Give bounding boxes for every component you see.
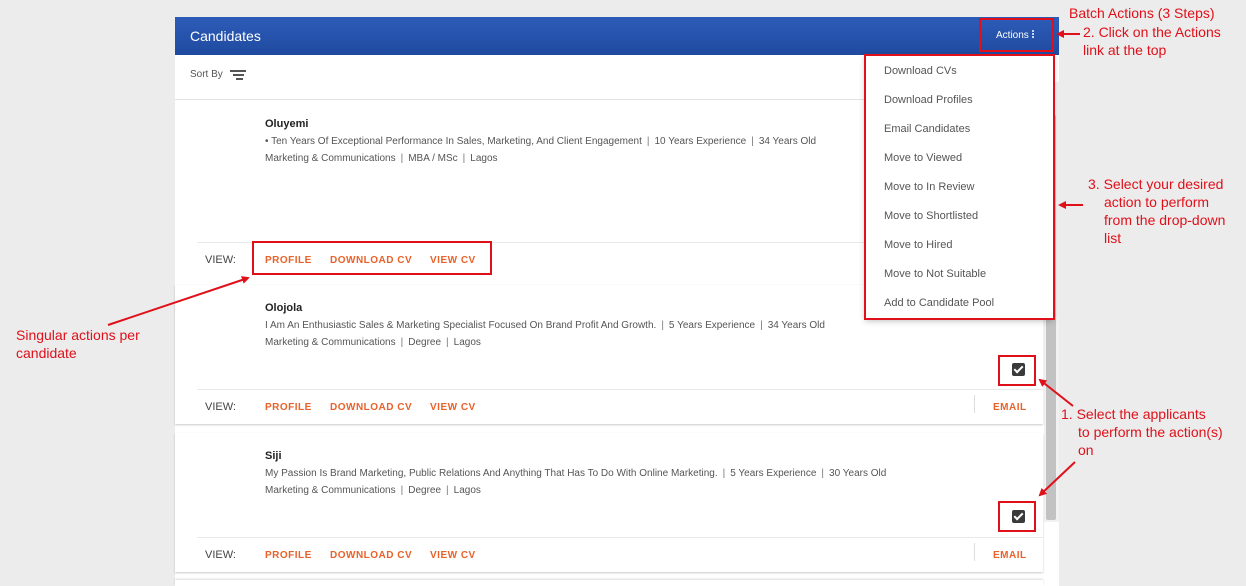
candidate-summary: I Am An Enthusiastic Sales & Marketing S… <box>265 320 825 331</box>
singular-actions-text-line2: candidate <box>16 345 77 361</box>
email-link[interactable]: EMAIL <box>993 550 1027 561</box>
divider <box>974 543 975 561</box>
view-label: VIEW: <box>205 401 236 413</box>
profile-link[interactable]: PROFILE <box>265 402 312 413</box>
candidate-actions-bar: VIEW: PROFILE DOWNLOAD CV VIEW CV EMAIL <box>197 537 1043 572</box>
candidate-location: Lagos <box>453 485 481 496</box>
candidate-name[interactable]: Oluyemi <box>265 118 308 130</box>
actions-highlight-box <box>979 18 1054 52</box>
step-1-text-line3: on <box>1078 442 1094 458</box>
view-label: VIEW: <box>205 549 236 561</box>
profile-link[interactable]: PROFILE <box>265 550 312 561</box>
candidate-age: 34 Years Old <box>767 320 825 331</box>
step-3-text-line4: list <box>1104 230 1122 246</box>
candidate-name[interactable]: Olojola <box>265 302 302 314</box>
singular-actions-highlight-box <box>252 241 492 275</box>
candidate-degree: Degree <box>408 337 442 348</box>
sort-icon[interactable] <box>230 68 246 80</box>
candidate-actions-bar: VIEW: PROFILE DOWNLOAD CV VIEW CV EMAIL <box>197 389 1043 424</box>
candidate-summary: • Ten Years Of Exceptional Performance I… <box>265 136 817 147</box>
dropdown-highlight-box <box>864 54 1055 320</box>
candidate-headline: • Ten Years Of Exceptional Performance I… <box>265 136 642 147</box>
candidate-degree: MBA / MSc <box>408 153 458 164</box>
step-2-text-line1: 2. Click on the Actions <box>1083 24 1221 40</box>
candidate-degree: Degree <box>408 485 442 496</box>
step-3-text-line3: from the drop-down <box>1104 212 1226 228</box>
sort-by-button[interactable]: Sort By <box>190 69 223 80</box>
candidate-field: Marketing & Communications <box>265 153 396 164</box>
candidate-age: 30 Years Old <box>829 468 887 479</box>
candidate-field: Marketing & Communications <box>265 337 396 348</box>
candidate-location: Lagos <box>470 153 498 164</box>
candidate-card: Siji My Passion Is Brand Marketing, Publ… <box>175 433 1043 572</box>
batch-actions-title: Batch Actions (3 Steps) <box>1069 5 1215 21</box>
step-1-text-line2: to perform the action(s) <box>1078 424 1223 440</box>
candidate-summary: My Passion Is Brand Marketing, Public Re… <box>265 468 887 479</box>
checkbox-highlight-box <box>998 501 1036 532</box>
next-card-edge <box>175 580 1043 586</box>
panel-header: Candidates Actions <box>175 17 1059 55</box>
step-3-text-line1: 3. Select your desired <box>1088 176 1224 192</box>
view-cv-link[interactable]: VIEW CV <box>430 550 476 561</box>
candidate-details: Marketing & Communications | Degree | Lagos <box>265 337 481 348</box>
candidate-headline: My Passion Is Brand Marketing, Public Re… <box>265 468 718 479</box>
candidate-field: Marketing & Communications <box>265 485 396 496</box>
candidate-experience: 5 Years Experience <box>668 320 756 331</box>
candidate-details: Marketing & Communications | Degree | Lagos <box>265 485 481 496</box>
download-cv-link[interactable]: DOWNLOAD CV <box>330 550 412 561</box>
download-cv-link[interactable]: DOWNLOAD CV <box>330 402 412 413</box>
step-1-text-line1: 1. Select the applicants <box>1061 406 1206 422</box>
view-label: VIEW: <box>205 254 236 266</box>
step-2-text-line2: link at the top <box>1083 42 1167 58</box>
page-title: Candidates <box>190 28 261 44</box>
candidate-location: Lagos <box>453 337 481 348</box>
email-link[interactable]: EMAIL <box>993 402 1027 413</box>
checkbox-highlight-box <box>998 355 1036 386</box>
step-3-text-line2: action to perform <box>1104 194 1210 210</box>
candidate-name[interactable]: Siji <box>265 450 282 462</box>
candidate-details: Marketing & Communications | MBA / MSc | Lag… <box>265 153 498 164</box>
candidate-headline: I Am An Enthusiastic Sales & Marketing S… <box>265 320 657 331</box>
candidate-experience: 10 Years Experience <box>654 136 747 147</box>
candidate-experience: 5 Years Experience <box>730 468 817 479</box>
divider <box>974 395 975 413</box>
singular-actions-text-line1: Singular actions per <box>16 327 140 343</box>
candidate-age: 34 Years Old <box>758 136 817 147</box>
view-cv-link[interactable]: VIEW CV <box>430 402 476 413</box>
